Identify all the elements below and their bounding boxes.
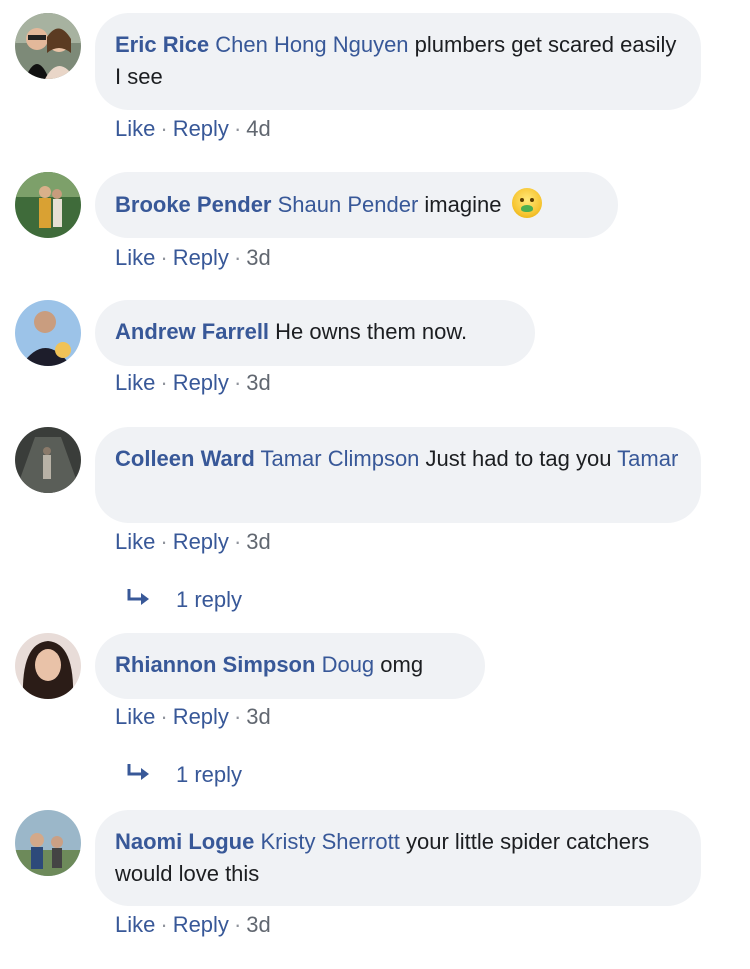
comment-bubble: Rhiannon Simpson Doug omg <box>95 633 485 699</box>
reply-arrow-icon <box>125 762 153 790</box>
comment-author[interactable]: Eric Rice <box>115 32 209 57</box>
comment-actions: Like · Reply · 3d <box>115 529 271 555</box>
comment-text: He owns them now. <box>275 319 468 344</box>
timestamp[interactable]: 4d <box>246 116 270 141</box>
nauseated-face-emoji-icon <box>511 188 542 218</box>
comment-text: imagine <box>424 192 502 217</box>
reply-link[interactable]: Reply <box>173 370 229 395</box>
like-link[interactable]: Like <box>115 245 155 270</box>
like-link[interactable]: Like <box>115 704 155 729</box>
separator: · <box>160 704 168 729</box>
separator: · <box>233 704 242 729</box>
comment-text: omg <box>380 652 424 677</box>
separator: · <box>233 116 242 141</box>
timestamp[interactable]: 3d <box>246 704 270 729</box>
separator: · <box>233 912 242 937</box>
like-link[interactable]: Like <box>115 116 155 141</box>
avatar[interactable] <box>15 172 81 238</box>
comment-bubble: Brooke Pender Shaun Pender imagine <box>95 172 618 238</box>
separator: · <box>233 370 242 395</box>
separator: · <box>160 370 168 395</box>
timestamp[interactable]: 3d <box>246 245 270 270</box>
comment-actions: Like · Reply · 3d <box>115 912 271 938</box>
timestamp[interactable]: 3d <box>246 529 270 554</box>
comment-author[interactable]: Colleen Ward <box>115 446 255 471</box>
tagged-user[interactable]: Tamar Climpson <box>260 446 419 471</box>
tagged-user[interactable]: Chen Hong Nguyen <box>215 32 408 57</box>
comment-bubble: Eric Rice Chen Hong Nguyen plumbers get … <box>95 13 701 110</box>
reply-link[interactable]: Reply <box>173 912 229 937</box>
comment-actions: Like · Reply · 3d <box>115 704 271 730</box>
separator: · <box>160 529 168 554</box>
reply-link[interactable]: Reply <box>173 704 229 729</box>
avatar[interactable] <box>15 427 81 493</box>
separator: · <box>233 529 242 554</box>
reply-count[interactable]: 1 reply <box>176 762 242 787</box>
like-link[interactable]: Like <box>115 912 155 937</box>
separator: · <box>160 245 168 270</box>
view-replies-link[interactable]: 1 reply <box>125 762 242 790</box>
view-replies-link[interactable]: 1 reply <box>125 587 242 615</box>
separator: · <box>233 245 242 270</box>
tagged-user[interactable]: Kristy Sherrott <box>260 829 399 854</box>
separator: · <box>160 116 168 141</box>
comment-actions: Like · Reply · 4d <box>115 116 271 142</box>
like-link[interactable]: Like <box>115 529 155 554</box>
comment-actions: Like · Reply · 3d <box>115 245 271 271</box>
timestamp[interactable]: 3d <box>246 370 270 395</box>
tagged-user[interactable]: Shaun Pender <box>278 192 419 217</box>
comment-bubble: Naomi Logue Kristy Sherrott your little … <box>95 810 701 906</box>
reply-count[interactable]: 1 reply <box>176 587 242 612</box>
comment-author[interactable]: Naomi Logue <box>115 829 254 854</box>
comment-actions: Like · Reply · 3d <box>115 370 271 396</box>
tagged-user[interactable]: Tamar <box>617 446 678 471</box>
avatar[interactable] <box>15 300 81 366</box>
comment-bubble: Andrew Farrell He owns them now. <box>95 300 535 366</box>
comment-text: Just had to tag you <box>425 446 612 471</box>
avatar[interactable] <box>15 13 81 79</box>
reply-link[interactable]: Reply <box>173 245 229 270</box>
comment-author[interactable]: Andrew Farrell <box>115 319 269 344</box>
separator: · <box>160 912 168 937</box>
comment-author[interactable]: Brooke Pender <box>115 192 272 217</box>
avatar[interactable] <box>15 633 81 699</box>
reply-link[interactable]: Reply <box>173 116 229 141</box>
comment-author[interactable]: Rhiannon Simpson <box>115 652 315 677</box>
timestamp[interactable]: 3d <box>246 912 270 937</box>
comment-bubble: Colleen Ward Tamar Climpson Just had to … <box>95 427 701 523</box>
like-link[interactable]: Like <box>115 370 155 395</box>
tagged-user[interactable]: Doug <box>322 652 375 677</box>
avatar[interactable] <box>15 810 81 876</box>
reply-arrow-icon <box>125 587 153 615</box>
reply-link[interactable]: Reply <box>173 529 229 554</box>
